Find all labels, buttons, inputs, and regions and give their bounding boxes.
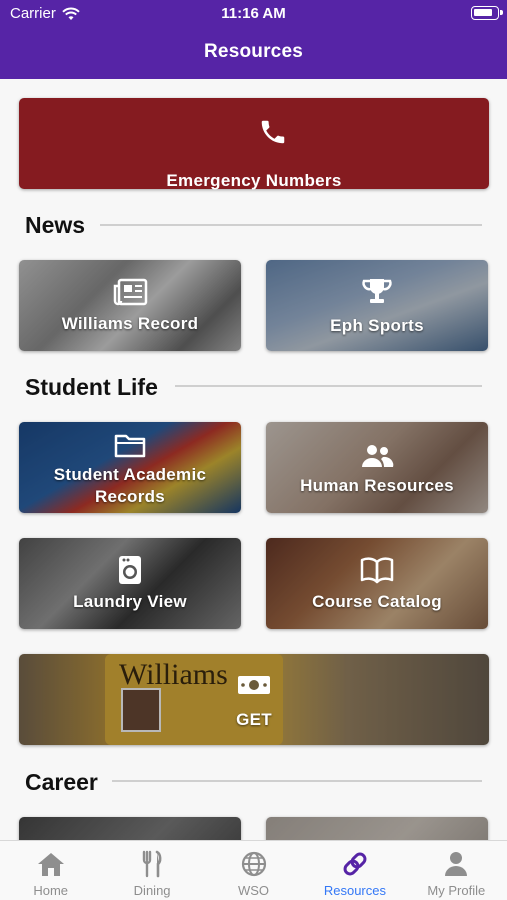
page-title: Resources	[204, 41, 303, 62]
battery-icon	[471, 6, 503, 20]
tab-label-dining: Dining	[133, 883, 171, 898]
tab-wso[interactable]: WSO	[203, 841, 304, 900]
tab-label-resources: Resources	[323, 883, 386, 898]
washing-machine-icon	[119, 556, 141, 584]
tab-my-profile[interactable]: My Profile	[406, 841, 507, 900]
tab-label-home: Home	[33, 883, 69, 898]
book-open-icon	[360, 557, 394, 584]
get-label: GET	[236, 710, 272, 729]
williams-record-label: Williams Record	[61, 314, 199, 333]
career-tile-1[interactable]	[19, 817, 241, 840]
human-resources-tile[interactable]: Human Resources	[266, 422, 488, 513]
student-life-divider	[175, 385, 482, 387]
people-icon	[362, 445, 394, 467]
app-header: Carrier 11:16 AM Resources	[0, 0, 507, 79]
section-title-career: Career	[25, 769, 110, 796]
user-icon	[445, 852, 468, 876]
course-catalog-tile[interactable]: Course Catalog	[266, 538, 488, 629]
eph-sports-label: Eph Sports	[330, 316, 424, 335]
newspaper-icon	[113, 278, 148, 306]
money-icon	[238, 676, 270, 694]
career-tile-2[interactable]	[266, 817, 488, 840]
tab-label-wso: WSO	[237, 883, 270, 898]
get-tile[interactable]: Williams GET	[19, 654, 489, 745]
student-academic-records-label: Student Academic Records	[53, 465, 207, 506]
section-title-news: News	[25, 212, 98, 239]
student-academic-records-tile[interactable]: Student Academic Records	[19, 422, 241, 513]
tab-resources[interactable]: Resources	[304, 841, 405, 900]
tab-bar: Home Dining WSO Resources My Profile	[0, 840, 507, 900]
trophy-icon	[362, 279, 392, 303]
laundry-view-tile[interactable]: Laundry View	[19, 538, 241, 629]
folder-icon	[114, 434, 146, 458]
human-resources-label: Human Resources	[300, 476, 454, 495]
course-catalog-label: Course Catalog	[312, 592, 442, 611]
tab-label-my-profile: My Profile	[427, 883, 486, 898]
emergency-numbers-button[interactable]: Emergency Numbers	[19, 98, 489, 190]
home-icon	[37, 853, 64, 876]
eph-sports-tile[interactable]: Eph Sports	[266, 260, 488, 351]
tab-home[interactable]: Home	[0, 841, 101, 900]
tab-dining[interactable]: Dining	[101, 841, 202, 900]
resources-list[interactable]: Emergency Numbers News Williams Record E…	[0, 79, 507, 840]
status-bar: Carrier 11:16 AM	[0, 0, 507, 28]
status-time: 11:16 AM	[221, 5, 286, 22]
globe-icon	[241, 851, 266, 877]
emergency-numbers-label: Emergency Numbers	[166, 171, 342, 190]
phone-icon	[261, 120, 285, 144]
link-icon	[343, 852, 367, 876]
news-divider	[100, 224, 482, 226]
section-title-student-life: Student Life	[25, 374, 170, 401]
laundry-view-label: Laundry View	[73, 592, 187, 611]
utensils-icon	[142, 850, 162, 878]
williams-record-tile[interactable]: Williams Record	[19, 260, 241, 351]
career-divider	[112, 780, 482, 782]
